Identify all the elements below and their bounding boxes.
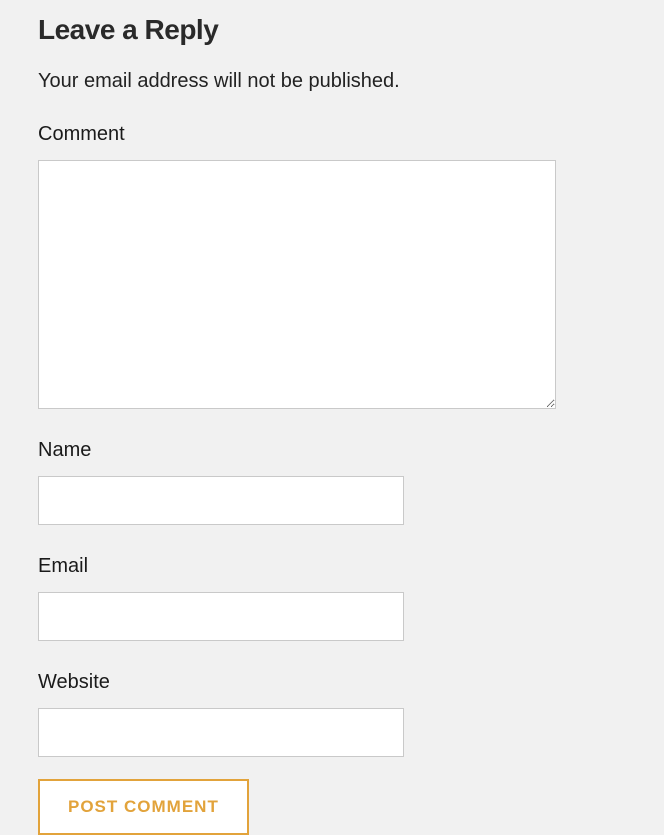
- name-label: Name: [38, 439, 626, 462]
- name-field: Name: [38, 439, 626, 525]
- email-field: Email: [38, 555, 626, 641]
- submit-wrap: POST COMMENT: [38, 779, 626, 835]
- website-input[interactable]: [38, 708, 404, 757]
- website-label: Website: [38, 671, 626, 694]
- email-label: Email: [38, 555, 626, 578]
- name-input[interactable]: [38, 476, 404, 525]
- form-title: Leave a Reply: [38, 0, 626, 46]
- email-privacy-notice: Your email address will not be published…: [38, 70, 626, 93]
- post-comment-button[interactable]: POST COMMENT: [38, 779, 249, 835]
- comment-textarea[interactable]: [38, 160, 556, 409]
- website-field: Website: [38, 671, 626, 757]
- comment-field: Comment: [38, 123, 626, 409]
- comment-label: Comment: [38, 123, 626, 146]
- email-input[interactable]: [38, 592, 404, 641]
